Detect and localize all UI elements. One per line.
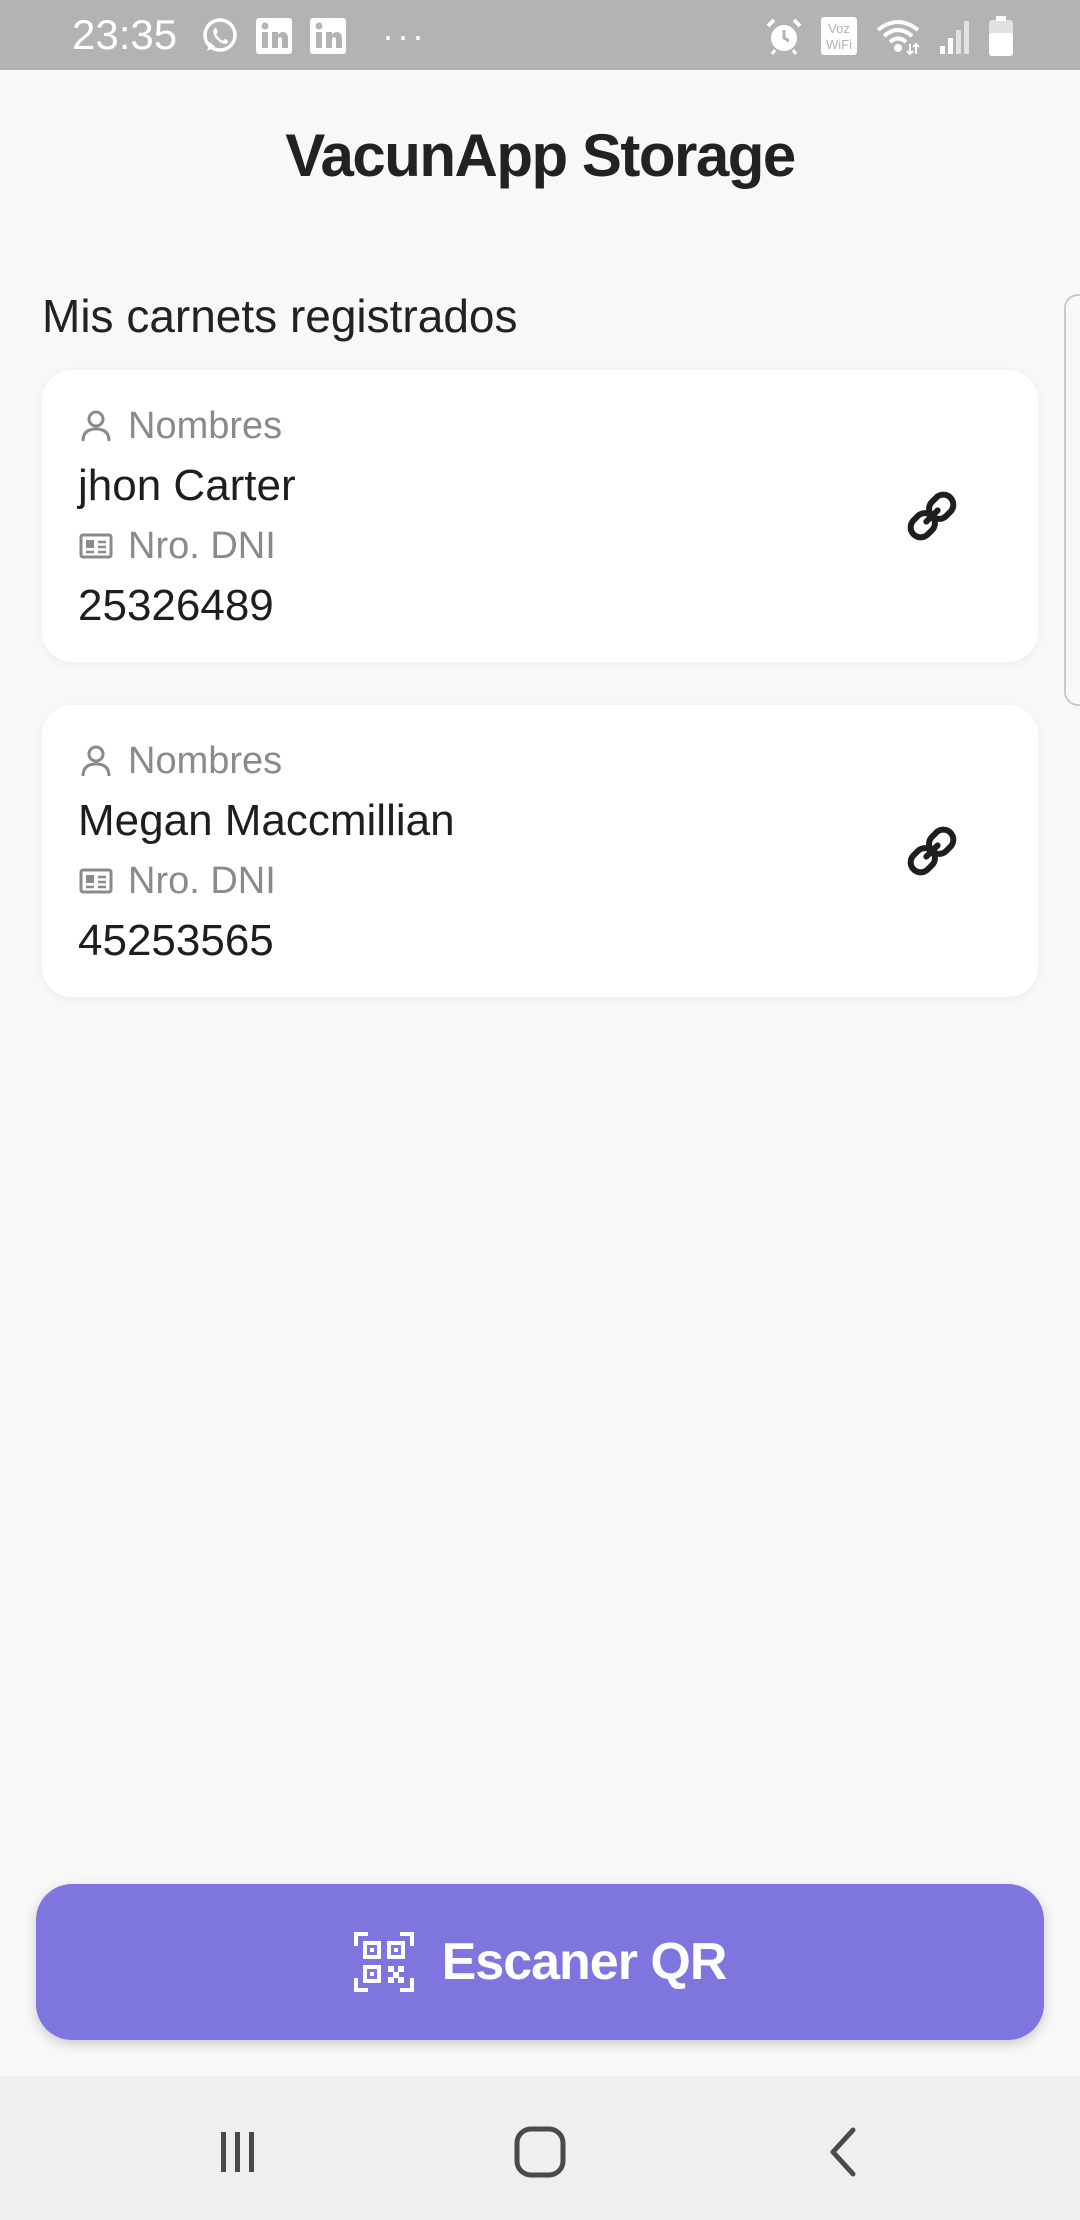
back-button[interactable]	[804, 2112, 884, 2192]
link-button[interactable]	[892, 476, 972, 556]
app-title: VacunApp Storage	[285, 122, 796, 189]
recents-icon	[221, 2132, 254, 2172]
name-label-text: Nombres	[128, 740, 283, 782]
navigation-bar	[0, 2076, 1080, 2220]
dni-label-text: Nro. DNI	[128, 525, 276, 567]
linkedin-icon	[310, 18, 346, 54]
link-button[interactable]	[892, 811, 972, 891]
vowifi-top-text: Voz	[828, 21, 850, 36]
home-icon	[514, 2126, 566, 2178]
vowifi-bottom-text: WiFi	[826, 37, 852, 52]
name-value: Megan Maccmillian	[78, 796, 455, 845]
edge-panel-handle[interactable]	[1064, 294, 1080, 706]
name-label: Nombres	[78, 404, 282, 448]
notification-icons: ···	[200, 14, 427, 58]
wifi-icon	[876, 20, 920, 56]
link-icon	[907, 491, 957, 541]
more-notifications-icon: ···	[382, 15, 427, 56]
recents-button[interactable]	[198, 2112, 278, 2192]
scan-qr-label: Escaner QR	[441, 1933, 728, 1991]
name-label: Nombres	[78, 739, 282, 783]
id-card-icon	[79, 868, 113, 894]
dni-label-text: Nro. DNI	[128, 860, 276, 902]
vowifi-icon: Voz WiFi	[821, 17, 857, 55]
status-bar: 23:35 ··· Voz WiFi	[0, 0, 1080, 70]
dni-label: Nro. DNI	[78, 524, 276, 568]
id-card-icon	[79, 533, 113, 559]
dni-label: Nro. DNI	[78, 859, 276, 903]
qr-scan-icon	[353, 1932, 414, 1992]
status-time: 23:35	[72, 11, 178, 58]
person-icon	[81, 410, 111, 442]
link-icon	[907, 826, 957, 876]
home-button[interactable]	[500, 2112, 580, 2192]
signal-icon	[940, 21, 969, 54]
back-icon	[830, 2127, 856, 2177]
battery-icon	[989, 16, 1013, 56]
name-label-text: Nombres	[128, 405, 283, 447]
linkedin-icon	[256, 18, 292, 54]
section-title: Mis carnets registrados	[42, 290, 518, 342]
system-icons: Voz WiFi	[764, 14, 1014, 58]
alarm-icon	[766, 18, 802, 55]
scan-qr-button[interactable]: Escaner QR	[36, 1884, 1044, 2040]
carnet-card[interactable]: Nombres jhon Carter Nro. DNI 25326489	[42, 370, 1038, 662]
dni-value: 45253565	[78, 916, 274, 965]
dni-value: 25326489	[78, 581, 274, 630]
name-value: jhon Carter	[78, 461, 296, 510]
carnet-card[interactable]: Nombres Megan Maccmillian Nro. DNI 45253…	[42, 705, 1038, 997]
person-icon	[81, 745, 111, 777]
whatsapp-icon	[203, 18, 237, 52]
